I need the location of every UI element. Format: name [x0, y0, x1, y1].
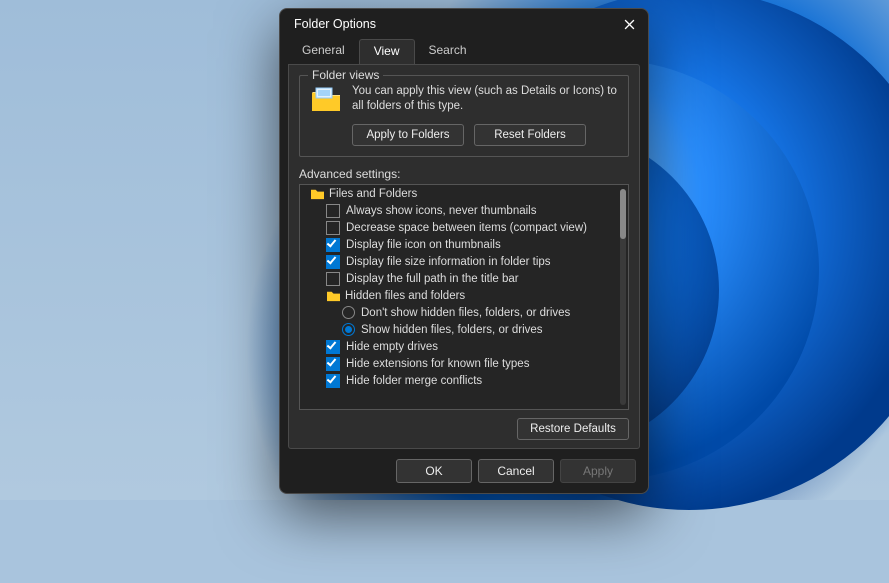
checkbox-icon — [326, 255, 340, 269]
tree-label: Decrease space between items (compact vi… — [346, 222, 587, 234]
opt-hide-extensions[interactable]: Hide extensions for known file types — [304, 355, 618, 372]
folder-views-group: Folder views You can apply this view (su… — [299, 75, 629, 157]
checkbox-icon — [326, 204, 340, 218]
tree-label: Files and Folders — [329, 188, 417, 200]
opt-hide-empty-drives[interactable]: Hide empty drives — [304, 338, 618, 355]
tree-label: Hide extensions for known file types — [346, 358, 529, 370]
opt-show-hidden[interactable]: Show hidden files, folders, or drives — [304, 321, 618, 338]
tab-body-view: Folder views You can apply this view (su… — [288, 64, 640, 449]
tab-view[interactable]: View — [359, 39, 415, 64]
tree-label: Display the full path in the title bar — [346, 273, 519, 285]
restore-defaults-button[interactable]: Restore Defaults — [517, 418, 629, 440]
opt-file-size-tips[interactable]: Display file size information in folder … — [304, 253, 618, 270]
checkbox-icon — [326, 221, 340, 235]
ok-button[interactable]: OK — [396, 459, 472, 483]
tree-label: Hide empty drives — [346, 341, 438, 353]
folder-views-label: Folder views — [308, 68, 383, 82]
tree-label: Display file icon on thumbnails — [346, 239, 501, 251]
checkbox-icon — [326, 272, 340, 286]
opt-file-icon-thumbnails[interactable]: Display file icon on thumbnails — [304, 236, 618, 253]
checkbox-icon — [326, 238, 340, 252]
tree-label: Hide folder merge conflicts — [346, 375, 482, 387]
tree-label: Show hidden files, folders, or drives — [361, 324, 543, 336]
close-icon — [624, 19, 635, 30]
tree-label: Hidden files and folders — [345, 290, 465, 302]
radio-icon — [342, 306, 355, 319]
apply-button[interactable]: Apply — [560, 459, 636, 483]
cancel-button[interactable]: Cancel — [478, 459, 554, 483]
apply-to-folders-button[interactable]: Apply to Folders — [352, 124, 464, 146]
dialog-title: Folder Options — [294, 17, 376, 31]
tab-general[interactable]: General — [288, 39, 359, 64]
reset-folders-button[interactable]: Reset Folders — [474, 124, 586, 146]
folder-icon — [326, 289, 341, 302]
tree-group-hidden-files[interactable]: Hidden files and folders — [304, 287, 618, 304]
tree-label: Display file size information in folder … — [346, 256, 551, 268]
folder-views-text: You can apply this view (such as Details… — [352, 84, 618, 116]
opt-full-path-titlebar[interactable]: Display the full path in the title bar — [304, 270, 618, 287]
close-button[interactable] — [622, 17, 636, 31]
checkbox-icon — [326, 374, 340, 388]
tree-root-files-folders[interactable]: Files and Folders — [304, 185, 618, 202]
opt-dont-show-hidden[interactable]: Don't show hidden files, folders, or dri… — [304, 304, 618, 321]
advanced-settings-tree[interactable]: Files and Folders Always show icons, nev… — [299, 184, 629, 410]
opt-hide-merge-conflicts[interactable]: Hide folder merge conflicts — [304, 372, 618, 389]
scrollbar-thumb[interactable] — [620, 189, 626, 239]
folder-options-dialog: Folder Options General View Search Folde… — [279, 8, 649, 494]
tree-label: Don't show hidden files, folders, or dri… — [361, 307, 570, 319]
tree-scrollbar[interactable] — [620, 189, 626, 405]
checkbox-icon — [326, 357, 340, 371]
tab-strip: General View Search — [280, 35, 648, 64]
titlebar: Folder Options — [280, 9, 648, 35]
tree-label: Always show icons, never thumbnails — [346, 205, 536, 217]
folder-icon — [310, 187, 325, 200]
checkbox-icon — [326, 340, 340, 354]
dialog-button-row: OK Cancel Apply — [280, 449, 648, 493]
folder-icon — [310, 84, 342, 116]
tab-search[interactable]: Search — [415, 39, 481, 64]
advanced-settings-label: Advanced settings: — [299, 167, 629, 181]
radio-icon — [342, 323, 355, 336]
opt-decrease-space[interactable]: Decrease space between items (compact vi… — [304, 219, 618, 236]
opt-always-show-icons[interactable]: Always show icons, never thumbnails — [304, 202, 618, 219]
